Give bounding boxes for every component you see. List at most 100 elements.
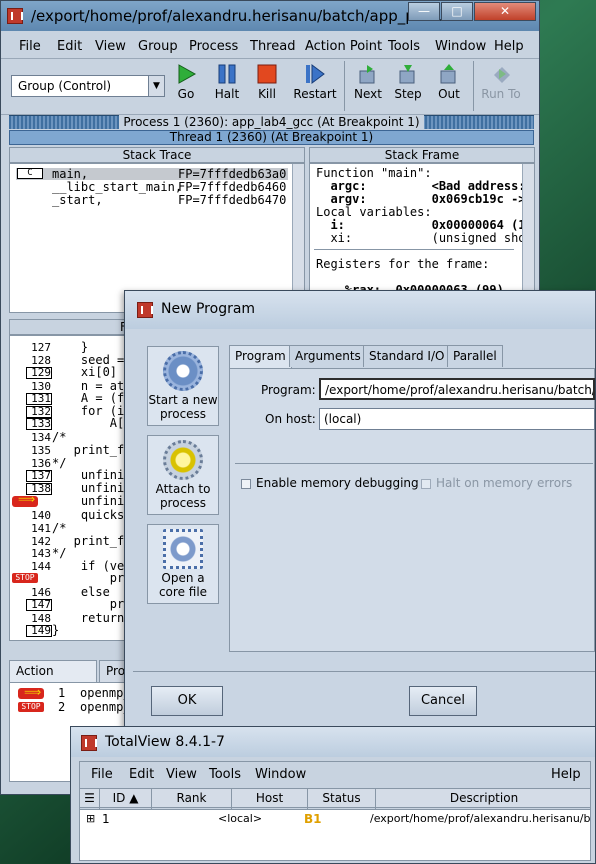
tv-menu-view[interactable]: View: [166, 767, 197, 782]
line-number[interactable]: 132: [26, 405, 52, 418]
stack-trace-row[interactable]: __libc_start_main, FP=7fffdedb6460: [16, 180, 288, 194]
stack-fn: main,: [52, 167, 89, 181]
menu-tools[interactable]: Tools: [388, 39, 420, 54]
source-code: /*: [52, 430, 67, 445]
source-line[interactable]: 140 quicks: [10, 508, 124, 522]
totalview-titlebar[interactable]: TotalView 8.4.1-7: [71, 727, 595, 757]
close-button[interactable]: ✕: [474, 2, 536, 21]
menu-edit[interactable]: Edit: [57, 39, 82, 54]
ok-button[interactable]: OK: [151, 686, 223, 716]
source-line[interactable]: 141/*: [10, 520, 67, 535]
menu-action-point[interactable]: Action Point: [305, 39, 382, 54]
line-number[interactable]: 149: [26, 624, 52, 637]
source-line[interactable]: 134/*: [10, 430, 67, 445]
action-point-text[interactable]: openmp_: [80, 700, 131, 714]
next-button[interactable]: Next: [346, 63, 390, 101]
source-code: /*: [52, 520, 67, 535]
next-label: Next: [354, 87, 382, 101]
tv-menu-window[interactable]: Window: [255, 767, 306, 782]
run-to-button[interactable]: Run To: [477, 63, 525, 101]
table-row[interactable]: ⊞ 1 <local> B1 /export/home/prof/alexand…: [80, 812, 591, 828]
halt-memory-checkbox[interactable]: [421, 479, 431, 489]
totalview-app-icon: [137, 302, 153, 318]
source-line[interactable]: 142 print_f: [10, 533, 125, 548]
plug-icon: [163, 440, 203, 480]
menu-group[interactable]: Group: [138, 39, 178, 54]
stack-fn: __libc_start_main,: [52, 180, 183, 194]
source-line[interactable]: 143*/: [10, 546, 66, 561]
step-button[interactable]: Step: [386, 63, 430, 101]
start-new-process-button[interactable]: Start a new process: [147, 346, 219, 426]
source-line[interactable]: unfini: [10, 493, 124, 508]
line-number[interactable]: 131: [26, 392, 52, 405]
expand-icon[interactable]: ⊞: [86, 812, 95, 825]
stack-trace-row[interactable]: _start, FP=7fffdedb6470: [16, 193, 288, 207]
menu-view[interactable]: View: [95, 39, 126, 54]
step-icon: [399, 65, 415, 84]
kill-button[interactable]: Kill: [245, 63, 289, 101]
line-number[interactable]: 147: [26, 599, 52, 611]
source-code: print_f: [52, 533, 125, 548]
source-line[interactable]: 149}: [10, 623, 59, 637]
tv-header-row: ☰ ID ▲ Rank Host Status Description: [79, 788, 592, 809]
maximize-button[interactable]: □: [441, 2, 473, 21]
menu-window[interactable]: Window: [435, 39, 486, 54]
dialog-titlebar[interactable]: New Program: [125, 291, 595, 329]
host-select[interactable]: (local): [319, 408, 595, 430]
source-line[interactable]: 135 print_f: [10, 443, 124, 458]
host-label: On host:: [265, 412, 316, 426]
menu-process[interactable]: Process: [189, 39, 238, 54]
tv-menu-file[interactable]: File: [91, 767, 113, 782]
col-description[interactable]: Description: [376, 789, 592, 809]
stop-icon[interactable]: STOP: [12, 573, 38, 584]
col-id[interactable]: ID ▲: [100, 789, 152, 809]
line-number[interactable]: 137: [26, 470, 52, 482]
col-status[interactable]: Status: [308, 789, 376, 809]
program-input[interactable]: /export/home/prof/alexandru.herisanu/bat…: [319, 378, 595, 400]
source-code: unfini: [52, 468, 125, 482]
minimize-button[interactable]: —: [408, 2, 440, 21]
totalview-app-icon: [81, 735, 97, 751]
restart-button[interactable]: Restart: [293, 63, 337, 101]
source-line[interactable]: 148 return: [10, 611, 124, 625]
halt-button[interactable]: Halt: [205, 63, 249, 101]
menu-thread[interactable]: Thread: [250, 39, 295, 54]
action-point-text[interactable]: openmp_: [80, 686, 131, 700]
tab-action-points[interactable]: Action Points: [9, 660, 97, 698]
tv-menu-tools[interactable]: Tools: [209, 767, 241, 782]
source-line[interactable]: 133 A[: [10, 417, 124, 431]
attach-to-process-button[interactable]: Attach to process: [147, 435, 219, 515]
process-status-text: Process 1 (2360): app_lab4_gcc (At Break…: [119, 115, 424, 129]
tv-table[interactable]: ⊞ 1 <local> B1 /export/home/prof/alexand…: [79, 809, 591, 861]
frame-line: Registers for the frame:: [316, 257, 490, 271]
cancel-button[interactable]: Cancel: [409, 686, 477, 716]
restart-label: Restart: [293, 87, 337, 101]
line-number[interactable]: 129: [26, 366, 52, 379]
tab-standard-io[interactable]: Standard I/O: [363, 345, 451, 367]
main-menubar: File Edit View Group Process Thread Acti…: [1, 35, 539, 59]
line-number[interactable]: 133: [26, 418, 52, 431]
menu-help[interactable]: Help: [494, 39, 524, 54]
source-line[interactable]: STOP pr: [10, 572, 124, 585]
group-select[interactable]: Group (Control) ▼: [11, 75, 165, 97]
tree-icon[interactable]: ☰: [80, 789, 100, 809]
enable-memory-checkbox[interactable]: [241, 479, 251, 489]
tab-parallel[interactable]: Parallel: [447, 345, 503, 367]
tv-menu-help[interactable]: Help: [551, 767, 581, 782]
open-core-file-button[interactable]: Open a core file: [147, 524, 219, 604]
source-line[interactable]: 127 }: [10, 340, 88, 355]
stack-trace-row-selected[interactable]: C main, FP=7fffdedb63a0: [16, 167, 288, 181]
frame-divider: [314, 249, 514, 250]
col-host[interactable]: Host: [232, 789, 308, 809]
out-label: Out: [438, 87, 460, 101]
chevron-down-icon[interactable]: ▼: [148, 76, 164, 96]
tab-program[interactable]: Program: [229, 345, 292, 368]
tab-arguments[interactable]: Arguments: [289, 345, 367, 367]
go-button[interactable]: Go: [164, 63, 208, 101]
tv-menu-edit[interactable]: Edit: [129, 767, 154, 782]
menu-file[interactable]: File: [19, 39, 41, 54]
source-line[interactable]: 129 xi[0]: [10, 365, 117, 379]
source-line[interactable]: 147 pr: [10, 598, 124, 611]
col-rank[interactable]: Rank: [152, 789, 232, 809]
out-button[interactable]: Out: [427, 63, 471, 101]
